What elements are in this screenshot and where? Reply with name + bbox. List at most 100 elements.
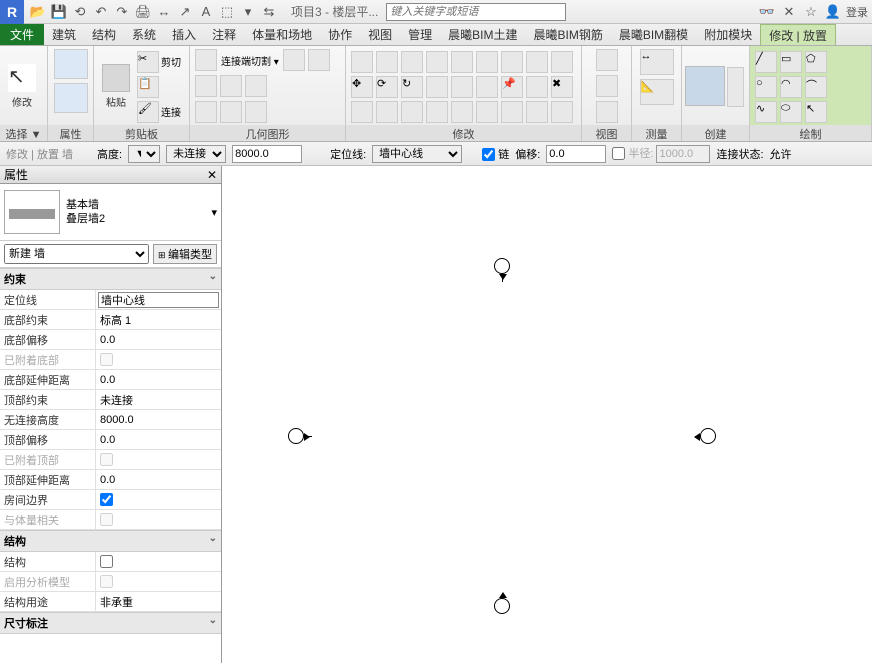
select-button[interactable]: ↖修改 xyxy=(4,62,40,111)
view-a-icon[interactable] xyxy=(596,49,618,71)
type-selector[interactable]: 基本墙 叠层墙2 ▾ xyxy=(0,184,221,241)
section-structural[interactable]: 结构⌄ xyxy=(0,530,221,552)
mirror-pick-icon[interactable] xyxy=(401,51,423,73)
save-icon[interactable]: 💾 xyxy=(49,2,69,22)
measure-a-icon[interactable]: ↔ xyxy=(640,49,674,75)
create-pick-icon[interactable] xyxy=(727,67,744,107)
prop-topoffset-v[interactable] xyxy=(98,432,219,448)
align-icon[interactable]: ↗ xyxy=(175,2,195,22)
redo-icon[interactable]: ↷ xyxy=(112,2,132,22)
print-icon[interactable]: 🖨 xyxy=(133,2,153,22)
array-icon[interactable] xyxy=(501,51,523,73)
section-icon[interactable]: ▾ xyxy=(238,2,258,22)
tab-annotate[interactable]: 注释 xyxy=(204,24,244,45)
tab-cxbim3[interactable]: 晨曦BIM翻模 xyxy=(611,24,696,45)
height-select[interactable]: ▼ xyxy=(128,145,160,163)
create-button[interactable] xyxy=(686,64,724,110)
section-dimensions[interactable]: 尺寸标注⌄ xyxy=(0,612,221,634)
delete-icon[interactable]: ✖ xyxy=(551,76,573,98)
tab-modify-place[interactable]: 修改 | 放置 xyxy=(760,24,836,45)
properties-icon[interactable] xyxy=(54,49,88,79)
join-geom-icon[interactable] xyxy=(195,101,217,123)
measure-b-icon[interactable]: 📐 xyxy=(640,79,674,105)
tab-insert[interactable]: 插入 xyxy=(164,24,204,45)
split-icon[interactable] xyxy=(451,51,473,73)
prop-baseextdist-v[interactable] xyxy=(98,372,219,388)
cope-label[interactable]: 连接端切割 ▾ xyxy=(219,49,281,72)
open-icon[interactable]: 📂 xyxy=(28,2,48,22)
geom-a-icon[interactable] xyxy=(283,49,305,71)
mirror-draw-icon[interactable] xyxy=(426,51,448,73)
mod-e-icon[interactable] xyxy=(451,101,473,123)
star-icon[interactable]: ☆ xyxy=(802,4,820,20)
tab-view[interactable]: 视图 xyxy=(360,24,400,45)
view-c-icon[interactable] xyxy=(596,101,618,123)
mod-h-icon[interactable] xyxy=(526,101,548,123)
chain-checkbox[interactable] xyxy=(482,148,495,161)
line-icon[interactable]: ╱ xyxy=(755,51,777,73)
prop-unconnheight-v[interactable] xyxy=(98,412,219,428)
login-link[interactable]: 登录 xyxy=(846,4,868,20)
prop-baseconstraint-v[interactable] xyxy=(98,312,219,328)
height-value-input[interactable] xyxy=(232,145,302,163)
geom-d-icon[interactable] xyxy=(245,75,267,97)
prop-structusage-v[interactable] xyxy=(98,594,219,610)
tab-architecture[interactable]: 建筑 xyxy=(44,24,84,45)
mod-d-icon[interactable] xyxy=(426,101,448,123)
circle-icon[interactable]: ○ xyxy=(755,76,777,98)
prop-topconstraint-v[interactable] xyxy=(98,392,219,408)
tab-massing[interactable]: 体量和场地 xyxy=(244,24,320,45)
tab-systems[interactable]: 系统 xyxy=(124,24,164,45)
filter-select[interactable]: 新建 墙 xyxy=(4,244,149,264)
edit-type-button[interactable]: ⊞ 编辑类型 xyxy=(153,244,217,264)
tab-structure[interactable]: 结构 xyxy=(84,24,124,45)
tab-collaborate[interactable]: 协作 xyxy=(320,24,360,45)
ellipse-icon[interactable]: ⬭ xyxy=(780,101,802,123)
arc-icon[interactable]: ◠ xyxy=(780,76,802,98)
scale-icon[interactable] xyxy=(526,51,548,73)
prop-topextdist-v[interactable] xyxy=(98,472,219,488)
mod-a-icon[interactable] xyxy=(351,101,373,123)
constraint-select[interactable]: 未连接 xyxy=(166,145,226,163)
tab-cxbim1[interactable]: 晨曦BIM土建 xyxy=(440,24,525,45)
pin-icon[interactable]: 📌 xyxy=(501,76,523,98)
prop-baseoffset-v[interactable] xyxy=(98,332,219,348)
copy-icon[interactable]: 📋 xyxy=(137,76,159,98)
tab-file[interactable]: 文件 xyxy=(0,24,44,45)
text-icon[interactable]: A xyxy=(196,2,216,22)
undo-icon[interactable]: ↶ xyxy=(91,2,111,22)
prop-structural-v[interactable] xyxy=(100,555,113,568)
unpin-icon[interactable] xyxy=(526,76,548,98)
elevation-marker-west[interactable] xyxy=(288,428,304,444)
match-icon[interactable]: 🖌 xyxy=(137,101,159,123)
offset-input[interactable] xyxy=(546,145,606,163)
mod-g-icon[interactable] xyxy=(501,101,523,123)
rotate-icon[interactable]: ↻ xyxy=(401,76,423,98)
offset-tool-icon[interactable] xyxy=(376,51,398,73)
tab-cxbim2[interactable]: 晨曦BIM钢筋 xyxy=(526,24,611,45)
switch-icon[interactable]: ⇆ xyxy=(259,2,279,22)
cut-geom-icon[interactable] xyxy=(195,75,217,97)
chain-checkbox-wrap[interactable]: 链 xyxy=(482,146,509,162)
join-value[interactable]: 允许 xyxy=(770,146,792,162)
mod-b-icon[interactable] xyxy=(376,101,398,123)
trim-corner-icon[interactable] xyxy=(426,76,448,98)
elevation-marker-north[interactable] xyxy=(494,258,510,274)
mod-i-icon[interactable] xyxy=(551,101,573,123)
mod-f-icon[interactable] xyxy=(476,101,498,123)
cope-icon[interactable] xyxy=(195,49,217,71)
view-b-icon[interactable] xyxy=(596,75,618,97)
app-logo[interactable]: R xyxy=(0,0,24,24)
geom-c-icon[interactable] xyxy=(220,75,242,97)
type-properties-icon[interactable] xyxy=(54,83,88,113)
poly-icon[interactable]: ⬠ xyxy=(805,51,827,73)
chevron-down-icon[interactable]: ▾ xyxy=(211,206,217,219)
close-icon[interactable]: ✕ xyxy=(207,168,217,182)
pick-line-icon[interactable]: ↖ xyxy=(805,101,827,123)
cut-icon[interactable]: ✂ xyxy=(137,51,159,73)
elevation-marker-east[interactable] xyxy=(700,428,716,444)
move-icon[interactable]: ✥ xyxy=(351,76,373,98)
tab-manage[interactable]: 管理 xyxy=(400,24,440,45)
binoculars-icon[interactable]: 👓 xyxy=(758,4,776,20)
trim-ext-icon[interactable] xyxy=(551,51,573,73)
